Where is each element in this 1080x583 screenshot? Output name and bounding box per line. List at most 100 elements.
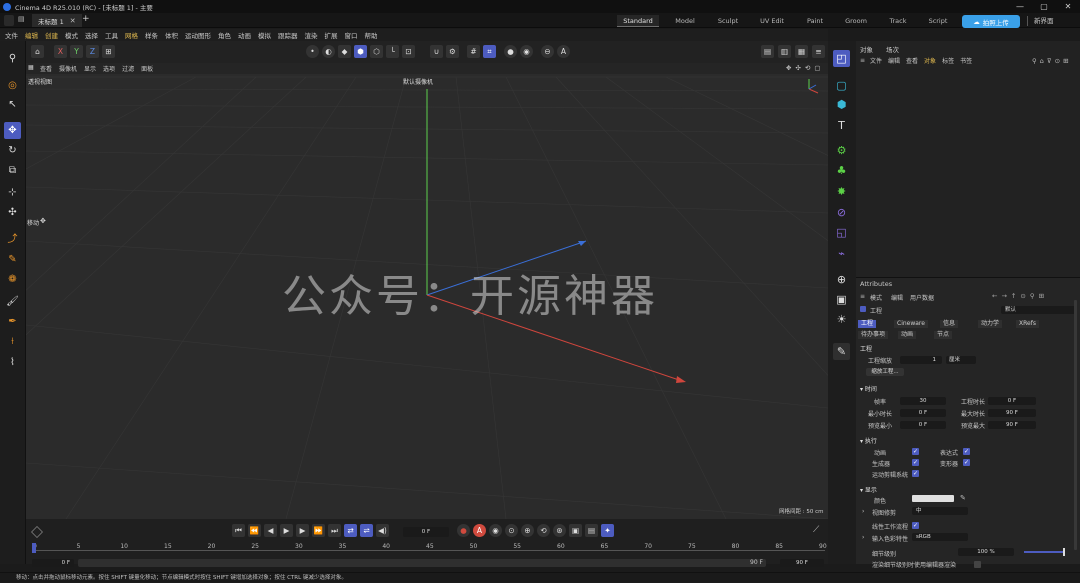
- spline-shapes-icon[interactable]: ❁: [4, 271, 21, 288]
- vp-mode-icon[interactable]: ▦: [28, 64, 34, 71]
- range-slider[interactable]: [78, 559, 766, 567]
- light-icon[interactable]: ☀: [833, 311, 850, 328]
- lod-select[interactable]: 中: [912, 507, 968, 515]
- tabs-icon[interactable]: ▤: [18, 15, 25, 23]
- paint-icon[interactable]: ✒: [4, 313, 21, 330]
- menu-spline[interactable]: 样条: [145, 30, 158, 40]
- motion-checkbox[interactable]: ✓: [912, 470, 919, 477]
- close-tab-icon[interactable]: ✕: [70, 17, 76, 25]
- attr-new-icon[interactable]: ⊞: [1039, 292, 1044, 300]
- next-frame-icon[interactable]: ▶: [296, 524, 309, 537]
- loop-icon[interactable]: ⇄: [344, 524, 357, 537]
- layout-tab-standard[interactable]: Standard: [617, 15, 659, 27]
- null-object-icon[interactable]: ▢: [833, 77, 850, 94]
- new-tab-icon[interactable]: +: [82, 14, 90, 24]
- axis-y-button[interactable]: Y: [70, 45, 83, 58]
- menu-character[interactable]: 角色: [218, 30, 231, 40]
- uv-mode-icon[interactable]: ⬡: [370, 45, 383, 58]
- rotate-tool-icon[interactable]: ↻: [4, 142, 21, 159]
- proj-time-field[interactable]: 0 F: [988, 397, 1036, 405]
- subtab-dynamics[interactable]: 动力学: [978, 320, 1003, 328]
- snap-icon[interactable]: ∪: [430, 45, 443, 58]
- magnet-icon[interactable]: ⌇: [4, 354, 21, 371]
- vp-menu-camera[interactable]: 摄像机: [59, 64, 77, 73]
- prev-key-icon[interactable]: ⏪: [248, 524, 261, 537]
- subtab-xrefs[interactable]: XRefs: [1016, 320, 1039, 328]
- measure-icon[interactable]: ⟊: [4, 333, 21, 350]
- tab-objects[interactable]: 对象: [860, 44, 873, 54]
- camera-object-icon[interactable]: ▣: [833, 291, 850, 308]
- clapper-view-icon[interactable]: ▥: [778, 45, 791, 58]
- menu-render[interactable]: 渲染: [305, 30, 318, 40]
- undo-icon[interactable]: ⌂: [31, 45, 44, 58]
- subtab-nodes[interactable]: 节点: [934, 331, 953, 339]
- attr-hamburger-icon[interactable]: ≡: [860, 293, 865, 300]
- snap-settings-icon[interactable]: ⚙: [446, 45, 459, 58]
- next-key-icon[interactable]: ⏩: [312, 524, 325, 537]
- camera-label[interactable]: 默认摄像机: [403, 77, 433, 86]
- record-icon[interactable]: ●: [457, 524, 470, 537]
- gen-checkbox[interactable]: ✓: [912, 459, 919, 466]
- key-position-icon[interactable]: ⊕: [521, 524, 534, 537]
- obj-menu-bookmarks[interactable]: 书签: [960, 56, 972, 65]
- menu-tools[interactable]: 工具: [105, 30, 118, 40]
- spline-deformer-icon[interactable]: ⌁: [833, 245, 850, 262]
- playhead[interactable]: [32, 543, 36, 553]
- linear-checkbox[interactable]: ✓: [912, 522, 919, 529]
- menu-volume[interactable]: 体积: [165, 30, 178, 40]
- spline-sketch-icon[interactable]: ✎: [4, 251, 21, 268]
- fcurve-icon[interactable]: ⟋: [813, 525, 819, 535]
- menu-select[interactable]: 选择: [85, 30, 98, 40]
- doc-tab[interactable]: 未标题 1 ✕: [32, 14, 82, 27]
- upload-button[interactable]: ☁ 拍照上传: [962, 15, 1020, 28]
- input-color-expand-icon[interactable]: ›: [862, 534, 864, 541]
- layout-tab-groom[interactable]: Groom: [838, 15, 874, 27]
- prev-min-field[interactable]: 0 F: [900, 421, 946, 429]
- object-manager-icon[interactable]: ◰: [833, 50, 850, 67]
- close-button[interactable]: ✕: [1056, 0, 1080, 13]
- input-color-select[interactable]: sRGB: [912, 533, 968, 541]
- vp-menu-filter[interactable]: 过滤: [122, 64, 134, 73]
- detail-slider-handle[interactable]: [1063, 548, 1065, 556]
- minimize-button[interactable]: —: [1008, 0, 1032, 13]
- axis-z-button[interactable]: Z: [86, 45, 99, 58]
- cloner-icon[interactable]: ♣: [833, 162, 850, 179]
- new-ui-label[interactable]: 新界面: [1034, 15, 1054, 27]
- detail-slider[interactable]: [1024, 551, 1064, 553]
- subtab-project[interactable]: 工程: [858, 320, 877, 328]
- attr-menu-userdata[interactable]: 用户数据: [910, 293, 934, 302]
- attr-menu-mode[interactable]: 模式: [870, 293, 882, 302]
- preset-select[interactable]: 默认: [1001, 306, 1075, 314]
- obj-menu-tags[interactable]: 标签: [942, 56, 954, 65]
- goto-end-icon[interactable]: ⏭: [328, 524, 341, 537]
- menu-file[interactable]: 文件: [5, 30, 18, 40]
- min-time-field[interactable]: 0 F: [900, 409, 946, 417]
- timeline-ruler[interactable]: 051015202530354045505560657075808590: [33, 543, 827, 555]
- menu-create[interactable]: 创建: [45, 30, 58, 40]
- obj-home-icon[interactable]: ⌂: [1040, 57, 1044, 65]
- expr-checkbox[interactable]: ✓: [963, 448, 970, 455]
- max-time-field[interactable]: 90 F: [988, 409, 1036, 417]
- generator-icon[interactable]: ⚙: [833, 142, 850, 159]
- menu-simulate[interactable]: 模拟: [258, 30, 271, 40]
- range-icon[interactable]: ⇌: [360, 524, 373, 537]
- spline-pen-icon[interactable]: ⤴: [4, 231, 21, 248]
- clapper-render-icon[interactable]: ▤: [761, 45, 774, 58]
- eyedropper-icon[interactable]: ✎: [960, 494, 966, 502]
- menu-edit[interactable]: 编辑: [25, 30, 38, 40]
- color-swatch[interactable]: [912, 495, 954, 502]
- project-scale-unit[interactable]: 厘米: [946, 356, 976, 364]
- layout-tab-paint[interactable]: Paint: [797, 15, 833, 27]
- live-select-icon[interactable]: ◎: [4, 77, 21, 94]
- edges-mode-icon[interactable]: ◐: [322, 45, 335, 58]
- attr-menu-edit[interactable]: 编辑: [891, 293, 903, 302]
- current-frame-field[interactable]: 0 F: [403, 527, 449, 537]
- menu-help[interactable]: 帮助: [365, 30, 378, 40]
- key-rotation-icon[interactable]: ⟲: [537, 524, 550, 537]
- snap-tool-icon[interactable]: ✣: [4, 204, 21, 221]
- layout-tab-model[interactable]: Model: [667, 15, 703, 27]
- menu-tracker[interactable]: 跟踪器: [278, 30, 298, 40]
- start-frame-field[interactable]: 0 F: [32, 559, 74, 567]
- obj-lock-icon[interactable]: ⊙: [1055, 57, 1060, 65]
- render-view-icon[interactable]: ◉: [520, 45, 533, 58]
